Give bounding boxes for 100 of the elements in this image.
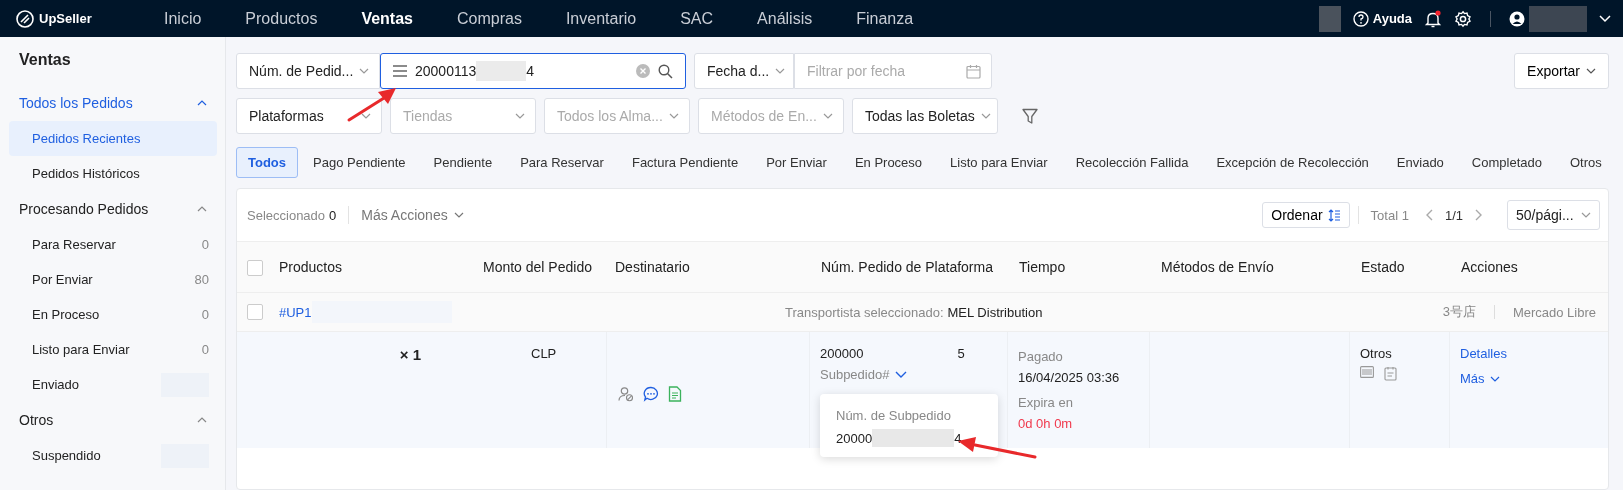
suborder-number: 20000 4 <box>836 429 963 447</box>
collapse-caret-icon <box>197 417 207 423</box>
nav-item[interactable]: Finanza <box>834 0 936 37</box>
status-tab[interactable]: Recolección Fallida <box>1062 147 1202 178</box>
notification-bell-icon[interactable] <box>1424 9 1442 28</box>
caret-icon <box>1581 212 1591 218</box>
sidebar-group[interactable]: Otros <box>9 402 217 438</box>
more-menu[interactable]: Más <box>1460 371 1500 386</box>
item-count: 80 <box>194 272 209 287</box>
help-icon <box>1352 10 1369 27</box>
selected-count: 0 <box>329 207 337 223</box>
column-header: Métodos de Envío <box>1161 259 1274 275</box>
item-count: 0 <box>201 237 209 252</box>
calendar-icon <box>966 63 981 79</box>
search-field[interactable]: 20000113 4 <box>380 53 686 89</box>
status-tab[interactable]: Completado <box>1458 147 1555 178</box>
platform-order-number: 200000 5 <box>820 346 966 361</box>
sidebar-title: Ventas <box>18 51 72 70</box>
clear-icon[interactable] <box>636 64 650 78</box>
previous-page-icon[interactable] <box>1424 209 1433 221</box>
dropdown-select[interactable]: Núm. de Pedid... <box>236 53 380 89</box>
checkbox[interactable] <box>247 259 263 276</box>
dropdown-select[interactable]: Fecha d... <box>694 53 794 89</box>
logo-icon <box>16 9 34 28</box>
collapse-caret-icon <box>197 100 207 106</box>
column-header: Núm. Pedido de Plataforma <box>821 259 993 275</box>
caret-icon <box>453 212 464 218</box>
suborder-toggle[interactable]: Subpedido# <box>820 367 997 382</box>
document-icon[interactable] <box>668 386 682 402</box>
settings-icon[interactable] <box>1454 9 1472 28</box>
user-avatar-icon[interactable] <box>1509 10 1525 27</box>
search-icon[interactable] <box>658 63 673 79</box>
sidebar-item[interactable]: Enviado <box>9 367 217 402</box>
caret-icon <box>775 68 786 74</box>
nav-item[interactable]: Productos <box>223 0 340 37</box>
page-size-select[interactable]: 50/pági... <box>1507 200 1600 230</box>
menu-icon <box>393 65 407 77</box>
sidebar-item[interactable]: Suspendido <box>9 438 217 473</box>
caret-icon <box>1586 68 1596 74</box>
collapse-caret-icon <box>197 206 207 212</box>
status-tab[interactable]: Otros <box>1556 147 1615 178</box>
column-header: Destinatario <box>615 259 690 275</box>
redacted-block <box>1318 5 1341 32</box>
status-tab[interactable]: Todos <box>236 147 299 178</box>
status-tab[interactable]: Excepción de Recolección <box>1203 147 1382 178</box>
selected-label: Seleccionado <box>247 207 326 223</box>
details-link[interactable]: Detalles <box>1460 346 1507 361</box>
nav-item[interactable]: Análisis <box>735 0 835 37</box>
chat-icon[interactable] <box>643 386 659 402</box>
sidebar-item[interactable]: En Proceso 0 <box>9 297 217 332</box>
checkbox[interactable] <box>247 304 263 320</box>
export-button[interactable]: Exportar <box>1514 53 1609 89</box>
status-tab[interactable]: Enviado <box>1383 147 1457 178</box>
status-tab[interactable]: Para Reservar <box>507 147 617 178</box>
logo-text: UpSeller <box>39 11 92 26</box>
platform-name: Mercado Libre <box>1512 304 1596 320</box>
next-page-icon[interactable] <box>1475 209 1483 221</box>
order-status: Otros <box>1360 346 1393 361</box>
popover-title: Núm. de Subpedido <box>836 408 952 423</box>
status-tab[interactable]: Factura Pendiente <box>618 147 752 178</box>
caret-icon <box>980 113 991 119</box>
caret-icon <box>359 68 370 74</box>
sidebar-item[interactable]: Pedidos Históricos <box>9 156 217 191</box>
nav-item[interactable]: SAC <box>658 0 736 37</box>
sidebar-item[interactable]: Por Enviar 80 <box>9 262 217 297</box>
column-header: Estado <box>1361 259 1405 275</box>
notes-icon[interactable] <box>1384 366 1397 381</box>
column-header: Monto del Pedido <box>483 259 592 275</box>
sidebar-item[interactable]: Para Reservar 0 <box>9 227 217 262</box>
annotation-arrow <box>347 88 396 122</box>
help-link[interactable]: Ayuda <box>1352 10 1412 27</box>
barcode-icon[interactable] <box>1360 366 1374 378</box>
order-number-link[interactable]: #UP1 <box>279 304 312 320</box>
dropdown-select[interactable]: Todas las Boletas <box>852 98 998 134</box>
sort-button[interactable]: Ordenar <box>1262 202 1350 228</box>
dropdown-select[interactable]: Plataformas <box>236 98 382 134</box>
nav-item[interactable]: Inicio <box>142 0 224 37</box>
more-actions-menu[interactable]: Más Acciones <box>361 207 464 223</box>
caret-icon <box>515 113 525 119</box>
page-indicator: 1/1 <box>1444 207 1463 223</box>
nav-item[interactable]: Ventas <box>339 0 435 37</box>
sidebar-group[interactable]: Todos los Pedidos <box>9 85 217 121</box>
status-tab[interactable]: Por Enviar <box>753 147 840 178</box>
nav-item[interactable]: Compras <box>435 0 544 37</box>
carrier-name: MEL Distribution <box>947 304 1043 320</box>
status-tab[interactable]: Pendiente <box>420 147 506 178</box>
filter-icon[interactable] <box>1022 107 1038 125</box>
sidebar-item[interactable]: Listo para Enviar 0 <box>9 332 217 367</box>
sidebar-group[interactable]: Procesando Pedidos <box>9 191 217 227</box>
caret-icon[interactable] <box>1599 14 1611 23</box>
paid-time: 16/04/2025 03:36 <box>1018 369 1121 387</box>
status-tab[interactable]: Pago Pendiente <box>300 147 419 178</box>
expiry-countdown: 0d 0h 0m <box>1018 415 1074 433</box>
status-tab[interactable]: En Proceso <box>841 147 936 178</box>
nav-item[interactable]: Inventario <box>543 0 659 37</box>
status-tab[interactable]: Listo para Enviar <box>937 147 1061 178</box>
sidebar-item[interactable]: Pedidos Recientes <box>9 121 217 156</box>
caret-icon <box>1489 375 1500 382</box>
user-blocked-icon[interactable] <box>618 386 634 402</box>
column-header: Acciones <box>1461 259 1518 275</box>
